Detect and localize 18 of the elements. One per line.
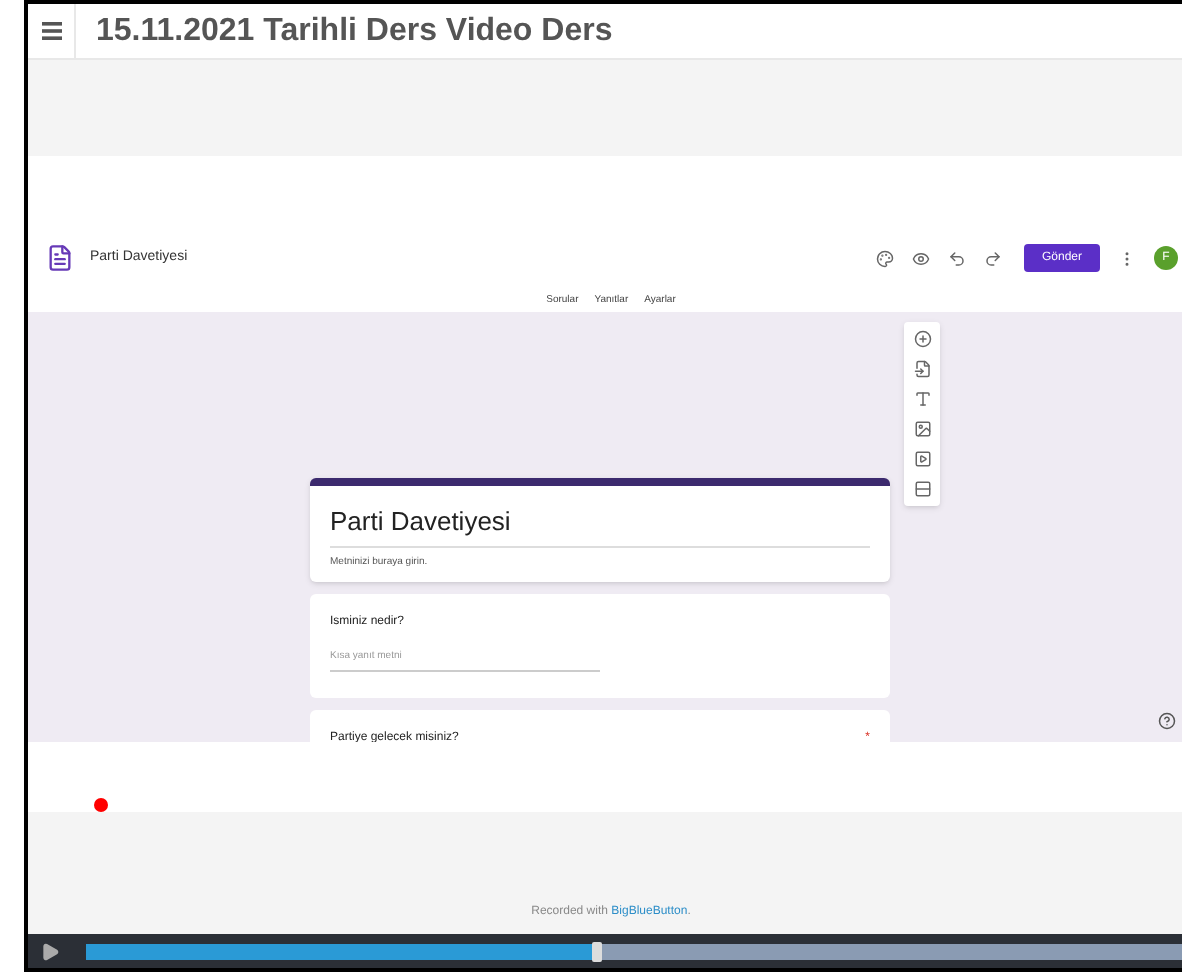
add-question-icon[interactable]	[913, 330, 931, 348]
redo-icon[interactable]	[984, 249, 1002, 267]
play-icon[interactable]	[40, 941, 60, 961]
help-icon[interactable]	[1158, 712, 1176, 730]
progress-track[interactable]	[86, 943, 1182, 959]
video-icon[interactable]	[913, 450, 931, 468]
progress-handle[interactable]	[591, 941, 602, 961]
form-title[interactable]: Parti Davetiyesi	[330, 502, 870, 547]
palette-icon[interactable]	[876, 249, 894, 267]
image-icon[interactable]	[913, 420, 931, 438]
video-title: 15.11.2021 Tarihli Ders Video Ders	[96, 11, 613, 51]
menu-icon[interactable]	[41, 22, 61, 40]
preview-icon[interactable]	[912, 249, 930, 267]
title-text-icon[interactable]	[913, 390, 931, 408]
section-icon[interactable]	[913, 480, 931, 498]
import-icon[interactable]	[913, 360, 931, 378]
undo-icon[interactable]	[948, 249, 966, 267]
forms-logo-icon	[46, 244, 74, 272]
